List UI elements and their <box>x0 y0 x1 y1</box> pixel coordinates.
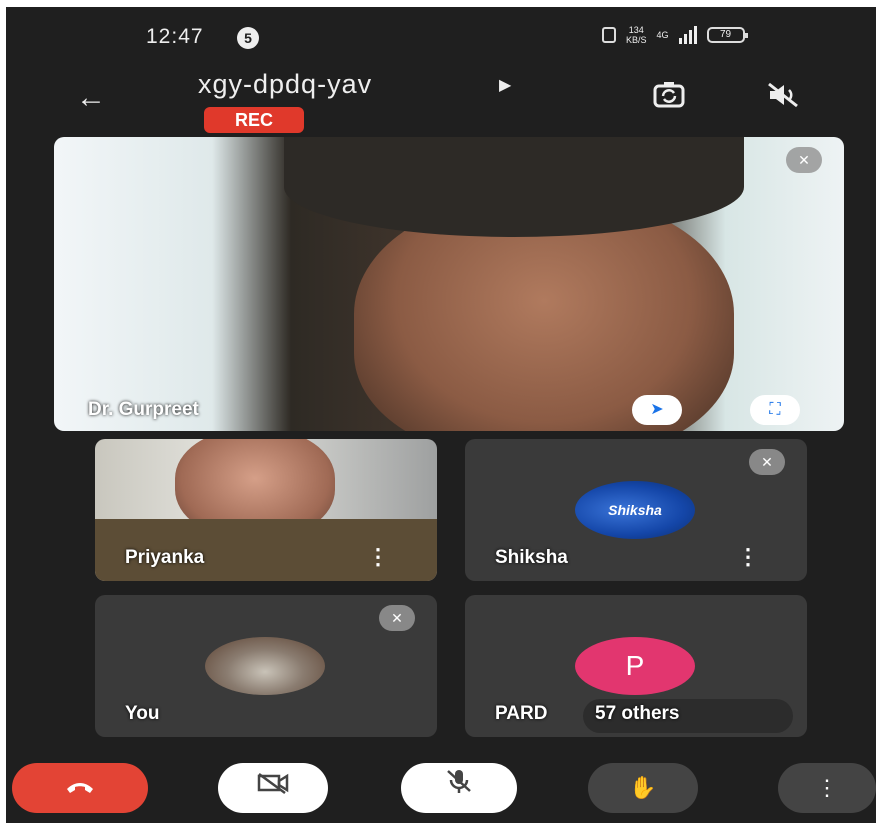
status-time: 12:47 <box>146 25 204 48</box>
notification-count-badge: 5 <box>237 27 259 49</box>
avatar: Shiksha <box>575 481 695 539</box>
camera-off-icon <box>256 772 290 800</box>
net-speed-value: 134 <box>628 25 644 35</box>
caret-right-icon[interactable]: ▶ <box>499 75 511 95</box>
avatar <box>205 637 325 695</box>
speaker-off-icon[interactable] <box>766 81 800 116</box>
participant-tile-you[interactable]: ✕ You <box>95 595 437 737</box>
battery-icon: 79 <box>706 27 748 43</box>
more-options-button[interactable]: ⋮ <box>778 763 876 813</box>
avatar: P <box>575 637 695 695</box>
camera-toggle-button[interactable] <box>218 763 328 813</box>
status-icons: 134 KB/S 4G 79 <box>602 25 748 45</box>
main-participant-name: Dr. Gurpreet <box>88 399 199 420</box>
more-vertical-icon[interactable]: ⋮ <box>367 544 389 570</box>
participant-name: Shiksha <box>495 547 568 568</box>
switch-camera-icon[interactable] <box>652 79 686 116</box>
mic-off-icon: ✕ <box>379 605 415 631</box>
mic-off-icon: ✕ <box>786 147 822 173</box>
participant-name: PARD <box>495 703 548 724</box>
fullscreen-icon[interactable]: ⛶ <box>750 395 800 425</box>
mic-toggle-button[interactable] <box>401 763 517 813</box>
participant-tile-shiksha[interactable]: ✕ Shiksha Shiksha ⋮ <box>465 439 807 581</box>
others-count[interactable]: 57 others <box>595 703 679 725</box>
network-type: 4G <box>656 30 669 40</box>
more-vertical-icon[interactable]: ⋮ <box>737 544 759 570</box>
meet-call-screen: 12:47 5 134 KB/S 4G 79 ← xgy-dpdq-yav ▶ … <box>6 7 876 823</box>
pin-icon[interactable]: ➤ <box>632 395 682 425</box>
main-video-tile[interactable]: ✕ Dr. Gurpreet ➤ ⛶ <box>54 137 844 431</box>
raise-hand-icon: ✋ <box>629 775 657 800</box>
arrow-left-icon[interactable]: ← <box>76 81 106 115</box>
participant-name: You <box>125 703 160 724</box>
raise-hand-button[interactable]: ✋ <box>588 763 698 813</box>
participant-cap <box>284 137 744 237</box>
battery-level: 79 <box>719 29 732 40</box>
participant-tile-others[interactable]: P PARD 57 others <box>465 595 807 737</box>
net-speed: 134 KB/S <box>626 25 647 45</box>
net-speed-unit: KB/S <box>626 35 647 45</box>
mic-off-icon: ✕ <box>749 449 785 475</box>
signal-icon <box>678 26 697 44</box>
participant-name: Priyanka <box>125 547 205 568</box>
vibrate-icon <box>602 27 616 43</box>
mic-off-icon <box>444 770 474 800</box>
more-vertical-icon: ⋮ <box>816 775 838 800</box>
participant-tile-priyanka[interactable]: Priyanka ⋮ <box>95 439 437 581</box>
recording-badge: REC <box>204 107 304 133</box>
end-call-icon <box>65 775 95 800</box>
meeting-code[interactable]: xgy-dpdq-yav <box>198 69 372 100</box>
end-call-button[interactable] <box>12 763 148 813</box>
